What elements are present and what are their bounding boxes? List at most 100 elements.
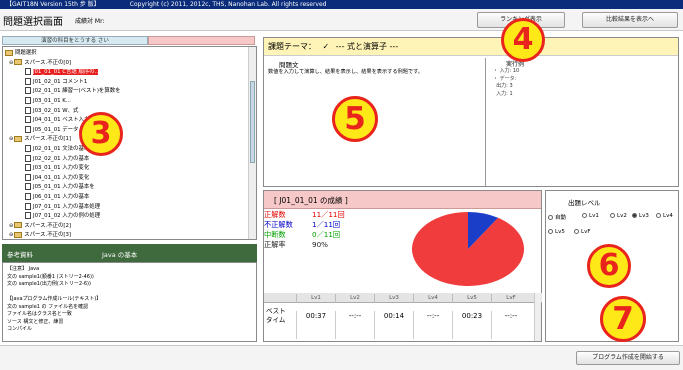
- level-radio-2[interactable]: Lv2: [610, 213, 627, 219]
- tree-item-label: J01_01_01 C言語 順序の..: [33, 69, 99, 76]
- expand-icon: ⊖: [9, 232, 14, 239]
- document-icon: [25, 183, 31, 191]
- user-label: 成績対 Mr:: [75, 18, 105, 25]
- level-header-5: LvF: [491, 294, 530, 303]
- teaching-line: 文の sample1(順番1 (ストリー2-46)): [7, 273, 94, 280]
- tree-group[interactable]: ⊖ スパース.不正の[0]: [9, 59, 71, 67]
- folder-icon: [14, 231, 23, 238]
- start-button-label: プログラム作成を開始する: [592, 354, 664, 361]
- problem-tree: 問題選択 ⊖ スパース.不正の[0] J01_01_01 C言語 順序の.. J01_0…: [2, 46, 257, 240]
- tree-item-label: J04_01_01 入力の変化: [33, 174, 90, 181]
- problem-statement-label: 問題文: [279, 61, 299, 69]
- tree-item-label: J05_01_01 入力の基本を: [33, 184, 95, 191]
- level-radio-1[interactable]: Lv1: [582, 213, 599, 219]
- tree-item[interactable]: J02_01_01 練習一(ベスト)を算数を: [25, 87, 121, 95]
- compare-button-label: 比較結果を表示へ: [605, 16, 654, 23]
- teaching-line: 文の sample1 の ファイル名を確認: [7, 303, 89, 310]
- tree-root[interactable]: 問題選択: [5, 49, 37, 57]
- scrollbar-thumb[interactable]: [250, 81, 255, 163]
- tree-group-label: スパース.不正の[1]: [24, 136, 72, 143]
- start-button[interactable]: プログラム作成を開始する: [576, 351, 680, 365]
- tree-scrollbar[interactable]: [248, 47, 256, 239]
- radio-icon: [548, 215, 553, 220]
- result-title: [ J01_01_01 の成績 ]: [274, 196, 348, 205]
- document-icon: [25, 87, 31, 95]
- stat-correct: 正解数 11／11回: [264, 210, 414, 220]
- best-time-label: ベスト タイム: [266, 307, 286, 324]
- rate-label: 正解率: [264, 240, 286, 249]
- best-time-3: --:--: [413, 311, 452, 339]
- document-icon: [25, 154, 31, 162]
- teaching-line: ソース 構文と修正、練習: [7, 318, 64, 325]
- tree-item-label: J02_02_01 入力の基本: [33, 155, 90, 162]
- teaching-line: [7, 289, 252, 297]
- run-example-line: ・ 入力: 10: [493, 68, 520, 74]
- level-radio-label: Lv1: [589, 213, 599, 219]
- run-example: 実行例 ・ 入力: 10 ・ データ: 出力: 3 入力: 1: [490, 58, 678, 186]
- left-tab-2[interactable]: [148, 36, 255, 45]
- marker-3-label: 3: [90, 116, 112, 151]
- tree-item-label: J02_01_01 練習一(ベスト)を算数を: [33, 88, 121, 95]
- level-radio-5[interactable]: Lv5: [548, 229, 565, 235]
- document-icon: [25, 97, 31, 104]
- level-radio-label: 自動: [555, 215, 567, 221]
- marker-6-label: 6: [598, 248, 620, 283]
- result-title-bar: [ J01_01_01 の成績 ]: [264, 191, 541, 209]
- mid-label: 中断数: [264, 230, 286, 239]
- folder-icon: [14, 135, 23, 142]
- top-bar: 問題選択画面 成績対 Mr: ランキング表示 比較結果を表示へ: [0, 9, 683, 31]
- document-icon: [25, 202, 31, 210]
- check-icon: ✓: [322, 42, 330, 51]
- level-radio-3[interactable]: Lv3: [632, 213, 649, 219]
- tree-item[interactable]: J02_02_01 入力の基本: [25, 154, 90, 163]
- tree-group[interactable]: ⊖ スパース.不正の[2]: [9, 222, 71, 230]
- teaching-line: 【注意】 Java: [7, 266, 40, 272]
- tree-group[interactable]: ⊖ スパース.不正の[1]: [9, 135, 71, 143]
- best-time-table: ベスト タイム Lv1 00:37 Lv2 --:-- Lv3 00:14 Lv4 --:--…: [264, 293, 542, 341]
- run-example-line: 入力: 1: [493, 90, 513, 97]
- teaching-header: 参考資料 Java の基本: [2, 244, 257, 262]
- compare-button[interactable]: 比較結果を表示へ: [582, 12, 678, 28]
- level-radio-label: Lv2: [617, 213, 627, 219]
- level-radio-6[interactable]: LvF: [574, 229, 590, 235]
- expand-icon: ⊖: [9, 222, 14, 229]
- tree-item[interactable]: J01_02_01 コメント1: [25, 77, 87, 86]
- document-icon: [25, 116, 31, 124]
- tree-item[interactable]: J05_01_01 入力の基本を: [25, 183, 95, 191]
- run-example-line: 出力: 3: [493, 83, 513, 89]
- tree-item[interactable]: J03_02_01 W、式: [25, 106, 78, 115]
- tree-item[interactable]: J02_01_01 文法の基本: [25, 145, 89, 153]
- radio-icon: [656, 213, 661, 218]
- tree-item[interactable]: J01_01_01 C言語 順序の..: [25, 68, 99, 76]
- marker-5: 5: [332, 96, 378, 142]
- rate-value: 90%: [312, 240, 328, 249]
- stat-mid: 中断数 0／11回: [264, 230, 414, 240]
- left-tab-1[interactable]: 演習の科目をとうする さい: [2, 36, 148, 45]
- stat-wrong: 不正解数 1／11回: [264, 220, 414, 230]
- tree-item[interactable]: J03_01_01 K...: [25, 97, 71, 105]
- run-example-line: ・ データ:: [493, 75, 517, 82]
- level-radio-0[interactable]: 自動: [548, 213, 566, 221]
- document-icon: [25, 68, 31, 76]
- teaching-title: 参考資料: [7, 251, 33, 259]
- level-header-1: Lv2: [335, 294, 374, 303]
- radio-icon: [574, 229, 579, 234]
- level-radio-label: Lv3: [639, 213, 649, 219]
- tree-item[interactable]: J07_01_01 入力の基本処理: [25, 202, 100, 211]
- level-radio-4[interactable]: Lv4: [656, 213, 673, 219]
- document-icon: [25, 125, 31, 133]
- tree-item[interactable]: J06_01_01 入力の基本: [25, 193, 89, 201]
- result-panel: [ J01_01_01 の成績 ] 正解数 11／11回 不正解数 1／11回 中断…: [263, 190, 542, 342]
- tree-content: 問題選択 ⊖ スパース.不正の[0] J01_01_01 C言語 順序の.. J01_0…: [3, 47, 256, 239]
- tree-group[interactable]: ⊖ スパース.不正の[3]: [9, 231, 71, 239]
- radio-icon: [610, 213, 615, 218]
- marker-4-label: 4: [512, 22, 534, 57]
- problem-title: 課題テーマ：: [268, 42, 316, 51]
- tree-item[interactable]: J07_01_02 入力の例の処理: [25, 212, 100, 220]
- document-icon: [25, 173, 31, 181]
- tree-item[interactable]: J03_01_01 入力の変化: [25, 164, 89, 172]
- stat-rate: 正解率 90%: [264, 240, 414, 250]
- result-scrollbar[interactable]: [534, 293, 541, 341]
- marker-3: 3: [79, 112, 123, 156]
- tree-item[interactable]: J04_01_01 入力の変化: [25, 173, 90, 182]
